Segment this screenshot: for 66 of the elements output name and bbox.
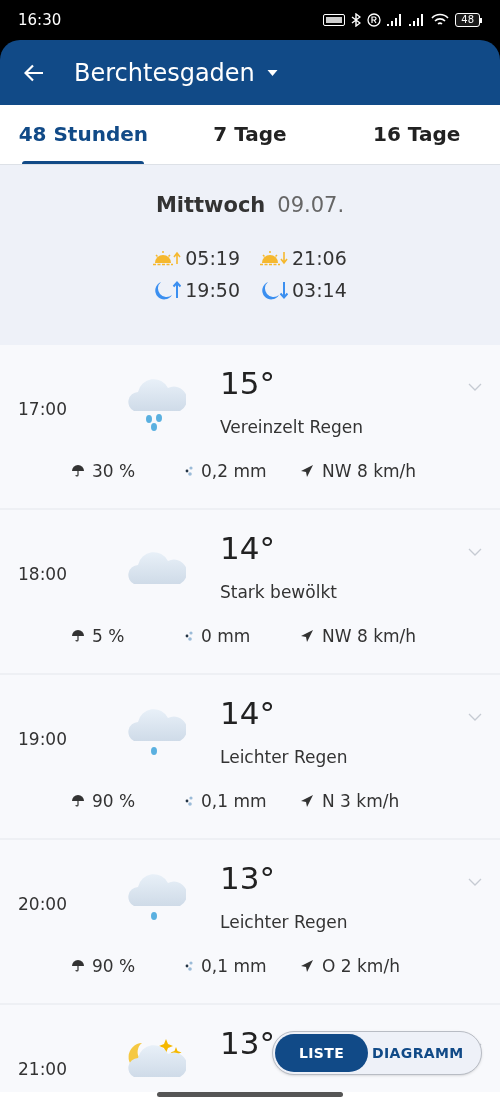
hour-time: 18:00 xyxy=(17,563,68,586)
chevron-down-icon[interactable] xyxy=(468,548,482,556)
wind-reading: NW 8 km/h xyxy=(322,624,417,648)
moonrise-time: 19:50 xyxy=(185,278,240,303)
weekday-label: Mittwoch xyxy=(155,192,266,219)
wifi-icon xyxy=(431,13,450,27)
rain-amount: 0 mm xyxy=(201,624,251,648)
hour-time: 17:00 xyxy=(17,398,68,421)
tab[interactable]: 7 Tage xyxy=(166,105,334,164)
registered-icon xyxy=(367,13,382,27)
umbrella-icon xyxy=(72,630,84,643)
condition-label: Leichter Regen xyxy=(220,746,349,769)
signal-icon xyxy=(387,14,404,26)
chevron-down-icon[interactable] xyxy=(468,713,482,721)
condition-label: Stark bewölkt xyxy=(220,581,338,604)
droplets-icon xyxy=(185,630,193,643)
clock-time: 16:30 xyxy=(18,9,62,31)
umbrella-icon xyxy=(72,795,84,808)
rain-chance: 30 % xyxy=(92,459,136,483)
moonset-icon xyxy=(260,280,288,301)
sunrise-time: 05:19 xyxy=(185,245,240,271)
rain-chance: 5 % xyxy=(92,624,125,648)
hour-time: 19:00 xyxy=(17,728,68,751)
droplets-icon xyxy=(185,960,193,973)
wind-reading: N 3 km/h xyxy=(322,789,400,813)
condition-label: Vereinzelt Regen xyxy=(220,416,365,439)
chevron-down-icon[interactable] xyxy=(468,878,482,886)
rain-chance: 90 % xyxy=(92,954,136,978)
rain-chance: 90 % xyxy=(92,789,136,813)
bluetooth-icon xyxy=(351,13,362,27)
caret-icon xyxy=(266,69,278,76)
date-label: 09.07. xyxy=(277,192,345,219)
sunset-icon xyxy=(260,249,288,266)
wind-direction-icon xyxy=(300,959,314,974)
temperature: 13° xyxy=(220,1024,275,1063)
umbrella-icon xyxy=(72,465,84,478)
temperature: 15° xyxy=(220,364,275,403)
temperature: 14° xyxy=(220,529,275,568)
tab[interactable]: 16 Tage xyxy=(333,105,500,164)
wind-direction-icon xyxy=(300,464,314,479)
temperature: 13° xyxy=(220,859,275,898)
view-option[interactable]: DIAGRAMM xyxy=(368,1034,468,1072)
wind-reading: O 2 km/h xyxy=(322,954,400,978)
umbrella-icon xyxy=(72,960,84,973)
wind-direction-icon xyxy=(300,794,314,809)
chevron-down-icon[interactable] xyxy=(468,383,482,391)
rain-amount: 0,1 mm xyxy=(201,954,267,978)
temperature: 14° xyxy=(220,694,275,733)
hour-time: 21:00 xyxy=(17,1058,68,1081)
sunrise-icon xyxy=(153,249,182,266)
hour-time: 20:00 xyxy=(17,893,68,916)
moonrise-icon xyxy=(153,280,182,301)
rain-amount: 0,1 mm xyxy=(201,789,267,813)
droplets-icon xyxy=(185,465,193,478)
view-option[interactable]: LISTE xyxy=(275,1034,369,1072)
back-arrow-icon[interactable] xyxy=(24,63,44,82)
droplets-icon xyxy=(185,795,193,808)
wind-reading: NW 8 km/h xyxy=(322,459,417,483)
sunset-time: 21:06 xyxy=(292,245,347,271)
condition-label: Leichter Regen xyxy=(220,911,349,934)
battery-icon: 48 xyxy=(455,13,482,27)
wind-direction-icon xyxy=(300,629,314,644)
signal-icon xyxy=(409,14,426,26)
tab[interactable]: 48 Stunden xyxy=(0,105,167,164)
rain-amount: 0,2 mm xyxy=(201,459,267,483)
moonset-time: 03:14 xyxy=(292,278,347,303)
